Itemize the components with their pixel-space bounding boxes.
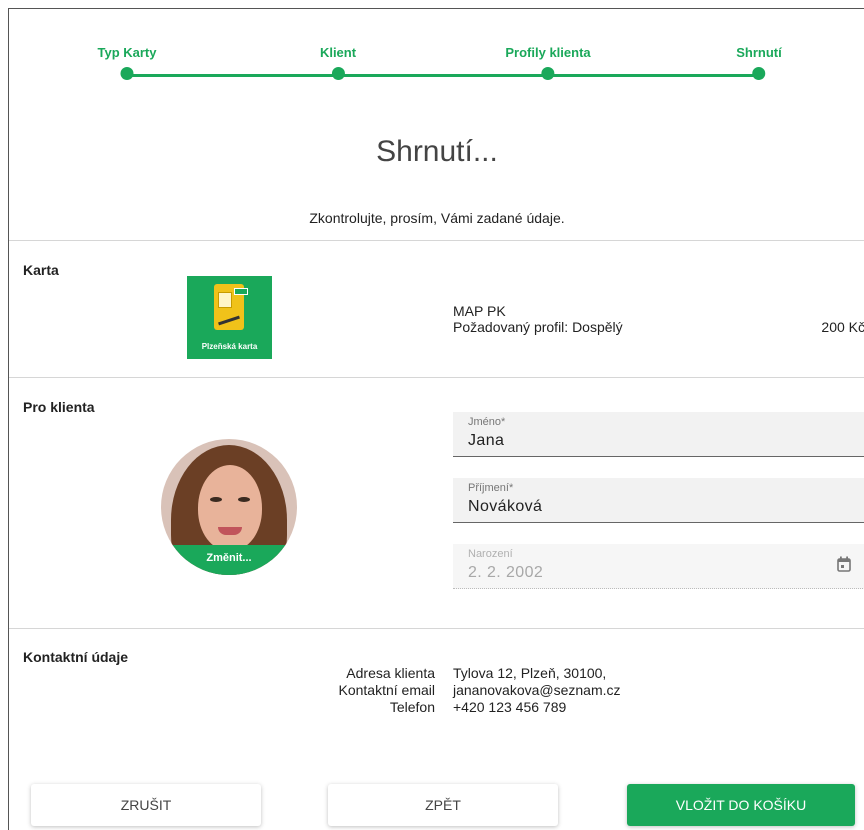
step-label: Profily klienta (505, 45, 591, 60)
step-client-profiles[interactable]: Profily klienta (505, 45, 591, 80)
step-dot (541, 67, 555, 80)
contact-values: Tylova 12, Plzeň, 30100, jananovakova@se… (453, 665, 621, 716)
section-divider (9, 628, 864, 629)
progress-stepper: Typ Karty Klient Profily klienta Shrnutí (9, 9, 864, 89)
card-name: MAP PK (453, 303, 506, 319)
add-to-cart-button[interactable]: VLOŽIT DO KOŠÍKU (627, 784, 855, 826)
stepper-track (127, 74, 759, 77)
birth-date-value[interactable]: 2. 2. 2002 (468, 564, 543, 582)
address-label: Adresa klienta (346, 665, 435, 681)
card-image: Plzeňská karta (187, 276, 272, 359)
first-name-field[interactable]: Jméno* Jana (453, 412, 864, 457)
step-label: Typ Karty (97, 45, 157, 60)
email-label: Kontaktní email (338, 682, 436, 698)
client-section-heading: Pro klienta (23, 399, 95, 415)
step-dot (331, 67, 345, 80)
avatar-face (198, 465, 262, 551)
card-info: MAP PK Požadovaný profil: Dospělý (453, 303, 623, 335)
card-image-caption: Plzeňská karta (201, 342, 258, 351)
first-name-value[interactable]: Jana (468, 432, 504, 450)
avatar-mouth (218, 527, 242, 535)
cancel-button[interactable]: ZRUŠIT (31, 784, 261, 826)
card-section-heading: Karta (23, 262, 59, 278)
back-button[interactable]: ZPĚT (328, 784, 558, 826)
last-name-field[interactable]: Příjmení* Nováková (453, 478, 864, 523)
step-dot (120, 67, 134, 80)
calendar-icon[interactable] (837, 556, 851, 572)
step-card-type[interactable]: Typ Karty (98, 45, 157, 80)
card-profile: Požadovaný profil: Dospělý (453, 319, 623, 335)
step-dot (752, 67, 766, 80)
step-label: Shrnutí (736, 45, 782, 60)
last-name-value[interactable]: Nováková (468, 498, 542, 516)
phone-strip (218, 315, 240, 326)
section-divider (9, 377, 864, 378)
phone-label: Telefon (389, 699, 435, 715)
address-value: Tylova 12, Plzeň, 30100, (453, 665, 607, 681)
step-label: Klient (319, 45, 357, 60)
contact-labels: Adresa klienta Kontaktní email Telefon (309, 665, 436, 716)
birth-date-label: Narození (468, 548, 513, 560)
contact-section-heading: Kontaktní údaje (23, 649, 129, 665)
step-client[interactable]: Klient (320, 45, 356, 80)
last-name-label: Příjmení* (468, 482, 514, 494)
checkout-summary-panel: Typ Karty Klient Profily klienta Shrnutí… (8, 8, 864, 830)
phone-tag (234, 288, 248, 295)
first-name-label: Jméno* (468, 416, 506, 428)
change-photo-button[interactable]: Změnit... (161, 545, 297, 575)
card-price: 200 Kč (821, 319, 864, 335)
phone-card-icon (214, 284, 248, 330)
birth-date-field[interactable]: Narození 2. 2. 2002 (453, 544, 864, 589)
avatar-eye (238, 497, 250, 502)
page-title: Shrnutí... (376, 135, 498, 168)
phone-screen (218, 292, 232, 308)
email-value: jananovakova@seznam.cz (453, 682, 621, 698)
page-subtitle: Zkontrolujte, prosím, Vámi zadané údaje. (309, 210, 565, 226)
phone-value: +420 123 456 789 (453, 699, 567, 715)
section-divider (9, 240, 864, 241)
avatar: Změnit... (161, 439, 297, 575)
step-summary[interactable]: Shrnutí (736, 45, 782, 80)
avatar-eye (210, 497, 222, 502)
